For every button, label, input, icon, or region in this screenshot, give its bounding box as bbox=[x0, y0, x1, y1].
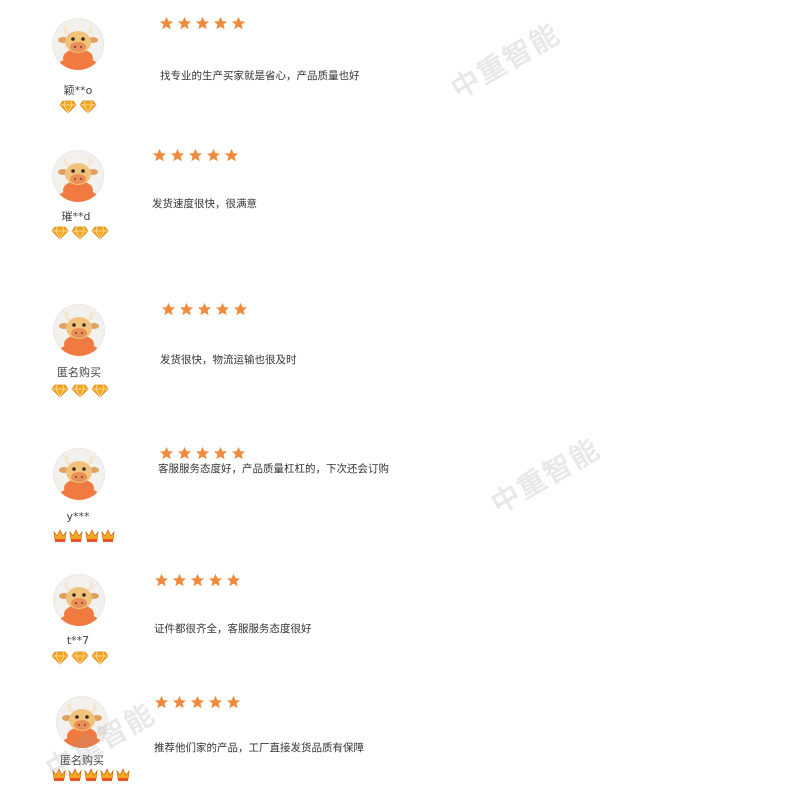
star-rating bbox=[161, 302, 248, 317]
cow-avatar-icon bbox=[58, 157, 98, 202]
star-icon bbox=[213, 446, 228, 460]
star-rating bbox=[159, 446, 246, 461]
crown-icon bbox=[84, 768, 98, 781]
star-rating bbox=[159, 16, 246, 31]
star-icon bbox=[215, 302, 230, 316]
crown-icon bbox=[52, 768, 66, 781]
star-rating bbox=[152, 148, 239, 163]
badge-row bbox=[51, 384, 109, 398]
star-icon bbox=[154, 573, 169, 587]
diamond-icon bbox=[71, 226, 89, 240]
crown-icon bbox=[116, 768, 130, 781]
star-icon bbox=[190, 573, 205, 587]
cow-avatar-icon bbox=[62, 703, 102, 748]
badge-row bbox=[53, 529, 115, 543]
diamond-icon bbox=[51, 226, 69, 240]
avatar[interactable] bbox=[53, 304, 105, 356]
star-icon bbox=[231, 16, 246, 30]
star-icon bbox=[154, 695, 169, 709]
diamond-icon bbox=[71, 384, 89, 398]
star-icon bbox=[177, 16, 192, 30]
review-comment: 找专业的生产买家就是省心，产品质量也好 bbox=[160, 70, 360, 82]
review-comment: 证件都很齐全，客服服务态度很好 bbox=[154, 623, 312, 635]
crown-icon bbox=[85, 529, 99, 542]
star-icon bbox=[188, 148, 203, 162]
star-icon bbox=[159, 446, 174, 460]
crown-icon bbox=[53, 529, 67, 542]
crown-icon bbox=[69, 529, 83, 542]
star-icon bbox=[206, 148, 221, 162]
star-icon bbox=[170, 148, 185, 162]
username: 匿名购买 bbox=[57, 366, 101, 379]
badge-row bbox=[59, 100, 97, 114]
avatar[interactable] bbox=[56, 696, 108, 748]
avatar[interactable] bbox=[53, 448, 105, 500]
star-icon bbox=[177, 446, 192, 460]
star-rating bbox=[154, 695, 241, 710]
avatar[interactable] bbox=[53, 574, 105, 626]
username: y*** bbox=[66, 510, 90, 523]
badge-row bbox=[52, 768, 130, 782]
watermark: 中重智能 bbox=[485, 432, 606, 521]
review-comment: 发货速度很快，很满意 bbox=[152, 198, 257, 210]
diamond-icon bbox=[71, 651, 89, 665]
star-icon bbox=[226, 573, 241, 587]
cow-avatar-icon bbox=[58, 25, 98, 70]
review-comment: 推荐他们家的产品，工厂直接发货品质有保障 bbox=[154, 742, 364, 754]
review-comment: 客服服务态度好，产品质量杠杠的，下次还会订购 bbox=[158, 463, 389, 475]
star-rating bbox=[154, 573, 241, 588]
crown-icon bbox=[68, 768, 82, 781]
diamond-icon bbox=[91, 226, 109, 240]
star-icon bbox=[213, 16, 228, 30]
crown-icon bbox=[100, 768, 114, 781]
badge-row bbox=[51, 651, 109, 665]
diamond-icon bbox=[51, 651, 69, 665]
star-icon bbox=[159, 16, 174, 30]
cow-avatar-icon bbox=[59, 455, 99, 500]
star-icon bbox=[231, 446, 246, 460]
star-icon bbox=[208, 573, 223, 587]
avatar[interactable] bbox=[52, 150, 104, 202]
watermark: 中重智能 bbox=[445, 17, 566, 106]
star-icon bbox=[197, 302, 212, 316]
star-icon bbox=[161, 302, 176, 316]
diamond-icon bbox=[91, 384, 109, 398]
star-icon bbox=[152, 148, 167, 162]
avatar[interactable] bbox=[52, 18, 104, 70]
username: t**7 bbox=[66, 634, 90, 647]
diamond-icon bbox=[79, 100, 97, 114]
crown-icon bbox=[101, 529, 115, 542]
star-icon bbox=[172, 695, 187, 709]
diamond-icon bbox=[91, 651, 109, 665]
star-icon bbox=[179, 302, 194, 316]
star-icon bbox=[195, 446, 210, 460]
username: 匿名购买 bbox=[60, 754, 104, 767]
username: 璀**d bbox=[61, 210, 91, 223]
star-icon bbox=[224, 148, 239, 162]
star-icon bbox=[195, 16, 210, 30]
star-icon bbox=[172, 573, 187, 587]
star-icon bbox=[226, 695, 241, 709]
star-icon bbox=[233, 302, 248, 316]
cow-avatar-icon bbox=[59, 311, 99, 356]
username: 颖**o bbox=[63, 84, 93, 97]
badge-row bbox=[51, 226, 109, 240]
cow-avatar-icon bbox=[59, 581, 99, 626]
star-icon bbox=[190, 695, 205, 709]
diamond-icon bbox=[59, 100, 77, 114]
review-comment: 发货很快，物流运输也很及时 bbox=[160, 354, 297, 366]
diamond-icon bbox=[51, 384, 69, 398]
star-icon bbox=[208, 695, 223, 709]
